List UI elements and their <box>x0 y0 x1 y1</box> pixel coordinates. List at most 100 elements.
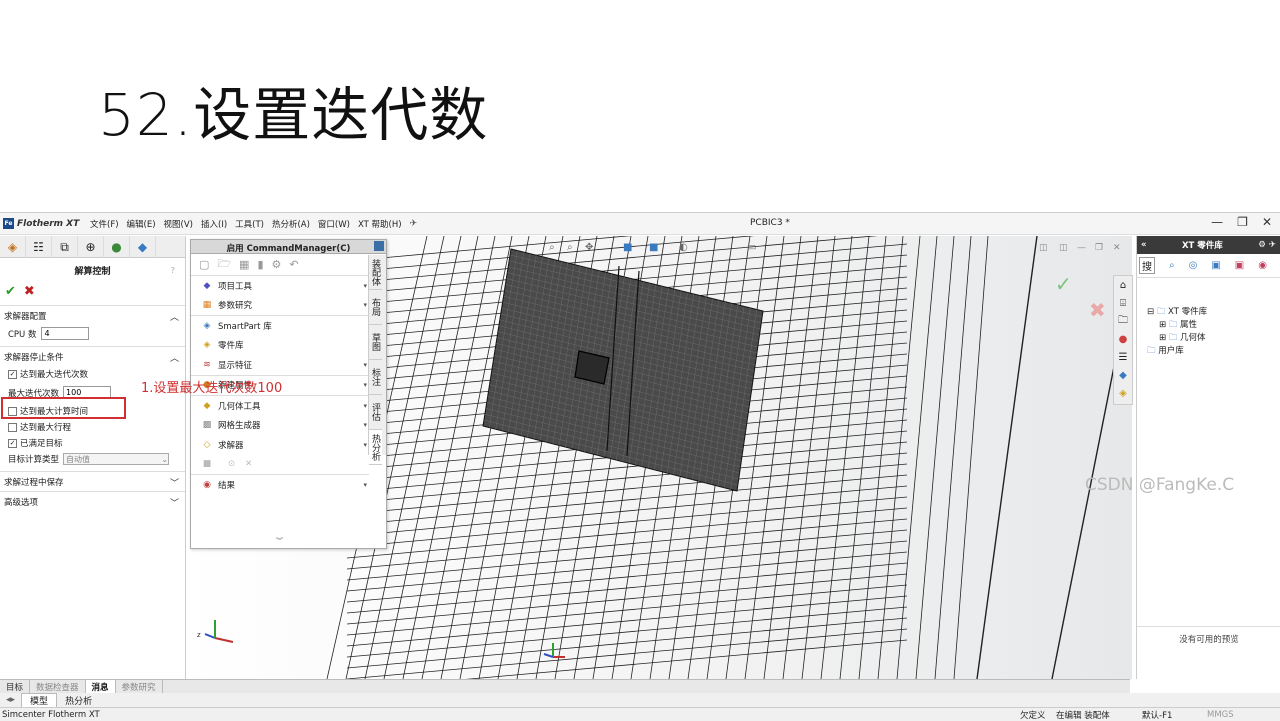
chevron-up-icon[interactable]: ︿ <box>170 351 179 364</box>
tab-sketch[interactable]: 草图 <box>369 325 382 360</box>
folder-icon[interactable]: 🗀 <box>1114 312 1132 330</box>
command-vertical-tabs: 装配体 布局 草图 标注 评估 热分析 <box>368 255 386 465</box>
camera-icon[interactable]: ▣ <box>1211 260 1220 271</box>
save-during-section: 求解过程中保存 ﹀ <box>0 471 185 491</box>
restore-icon[interactable]: ❐ <box>1237 215 1248 229</box>
cmd-display-features[interactable]: ≋ 显示特征 ▾ <box>191 355 369 375</box>
goal-met-row[interactable]: ✓ 已满足目标 <box>0 435 185 451</box>
advanced-header[interactable]: 高级选项 ﹀ <box>0 492 185 511</box>
svg-text:z: z <box>197 631 201 639</box>
cpu-count-input[interactable] <box>41 327 90 340</box>
options-gear-icon[interactable]: ⚙ <box>272 258 282 271</box>
max-travel-checkbox[interactable] <box>8 422 17 432</box>
solver-config-header[interactable]: 求解器配置 ︿ <box>0 306 185 325</box>
search-tab-icon[interactable]: 搜 <box>1139 257 1155 274</box>
search-icon[interactable]: ⌕ <box>1169 260 1175 271</box>
menu-insert[interactable]: 插入(I) <box>197 218 231 230</box>
tab-parametric[interactable]: 参数研究 <box>116 680 163 693</box>
tab-assembly[interactable]: 装配体 <box>369 255 382 290</box>
display-manager-icon[interactable]: ● <box>104 236 130 258</box>
parts-icon[interactable]: ⌹ <box>1114 294 1132 312</box>
nav-arrows-icon[interactable]: ◂▸ <box>0 695 21 705</box>
tab-markup[interactable]: 标注 <box>369 360 382 395</box>
minimize-icon[interactable]: — <box>1211 215 1223 229</box>
tree-item-attributes[interactable]: ⊞ 🗀 属性 <box>1147 319 1280 332</box>
svg-text:❐: ❐ <box>1095 243 1103 253</box>
menu-tools[interactable]: 工具(T) <box>231 218 268 230</box>
tree-item-user-library[interactable]: 🗀 用户库 <box>1147 345 1280 358</box>
import-icon[interactable]: ▣ <box>1235 260 1244 271</box>
tab-thermal-analysis[interactable]: 热分析 <box>57 694 100 707</box>
menu-edit[interactable]: 编辑(E) <box>123 218 160 230</box>
solve-run-icon[interactable]: ■ <box>201 459 213 469</box>
cmd-smartpart[interactable]: ◈ SmartPart 库 <box>191 316 369 336</box>
menu-help[interactable]: XT 帮助(H) <box>354 218 406 230</box>
flotherm-tree-icon[interactable]: ◆ <box>130 236 156 258</box>
confirm-check-icon[interactable]: ✓ <box>1055 272 1072 296</box>
open-icon[interactable]: 🗁 <box>217 255 231 274</box>
cmd-project-tools[interactable]: ◆ 项目工具 ▾ <box>191 276 369 296</box>
pin-panel-icon[interactable] <box>374 241 384 251</box>
cancel-icon[interactable]: ✖ <box>24 284 35 299</box>
menu-view[interactable]: 视图(V) <box>160 218 197 230</box>
new-icon[interactable]: ▢ <box>199 258 209 271</box>
cmd-mesh-generator[interactable]: ▩ 网格生成器 ▾ <box>191 416 369 436</box>
command-toolbar: ▢ 🗁 ▦ ▮ ⚙ ↶ <box>191 254 369 276</box>
home-icon[interactable]: ⌂ <box>1114 276 1132 294</box>
menu-thermal[interactable]: 热分析(A) <box>268 218 314 230</box>
appearance-icon[interactable]: ◉ <box>1258 260 1267 271</box>
list-icon[interactable]: ☰ <box>1114 348 1132 366</box>
tree-root[interactable]: ⊟ 🗀 XT 零件库 <box>1147 306 1280 319</box>
chevron-down-icon[interactable]: ﹀ <box>170 496 179 509</box>
collapse-icon[interactable]: « <box>1141 240 1147 250</box>
tab-messages[interactable]: 消息 <box>85 680 116 693</box>
tab-goals[interactable]: 目标 <box>0 680 31 693</box>
status-units-system[interactable]: 默认-F1 <box>1142 709 1172 721</box>
xt-library-icon[interactable]: ◈ <box>1114 384 1132 402</box>
solve-stop-icon[interactable]: ✕ <box>245 459 252 469</box>
tab-evaluate[interactable]: 评估 <box>369 395 382 430</box>
dimxpert-icon[interactable]: ⊕ <box>78 236 104 258</box>
max-iter-checkbox[interactable]: ✓ <box>8 369 17 379</box>
config-manager-icon[interactable]: ⧉ <box>52 236 78 258</box>
chevron-down-icon[interactable]: ﹀ <box>170 476 179 489</box>
output-tabs: 目标 数据检查器 消息 参数研究 <box>0 679 1130 693</box>
cmd-geometry-tools[interactable]: ◆ 几何体工具 ▾ <box>191 396 369 416</box>
menu-file[interactable]: 文件(F) <box>86 218 123 230</box>
tab-model[interactable]: 模型 <box>21 692 58 708</box>
pin-icon[interactable]: ✈ <box>410 219 418 229</box>
tab-layout[interactable]: 布局 <box>369 290 382 325</box>
feature-tree-icon[interactable]: ◈ <box>0 236 26 258</box>
menu-window[interactable]: 窗口(W) <box>314 218 354 230</box>
stop-criteria-header[interactable]: 求解器停止条件 ︿ <box>0 347 185 366</box>
property-manager-icon[interactable]: ☷ <box>26 236 52 258</box>
chevron-up-icon[interactable]: ︿ <box>170 310 179 323</box>
appearance-icon[interactable]: ● <box>1114 330 1132 348</box>
max-travel-row[interactable]: 达到最大行程 <box>0 419 185 435</box>
undo-icon[interactable]: ↶ <box>289 258 298 271</box>
library-icon[interactable]: ◆ <box>1114 366 1132 384</box>
tab-data-checker[interactable]: 数据检查器 <box>30 680 86 693</box>
gear-icon[interactable]: ⚙ ✈ <box>1258 240 1276 250</box>
solve-reset-icon[interactable]: ⊙ <box>228 459 235 469</box>
cmd-results[interactable]: ◉ 结果 ▾ <box>191 475 369 495</box>
expand-more-icon[interactable]: ︾ <box>276 536 283 546</box>
print-icon[interactable]: ▮ <box>257 258 263 271</box>
cancel-x-icon[interactable]: ✖ <box>1089 298 1106 322</box>
ok-icon[interactable]: ✔ <box>5 284 16 299</box>
sync-icon[interactable]: ◎ <box>1189 260 1198 271</box>
svg-text:◫: ◫ <box>1059 243 1068 253</box>
cmd-part-library[interactable]: ◈ 零件库 <box>191 336 369 356</box>
status-units[interactable]: MMGS <box>1207 710 1234 720</box>
save-icon[interactable]: ▦ <box>239 258 249 271</box>
cmd-solver[interactable]: ◇ 求解器 ▾ <box>191 435 369 455</box>
cmd-parametric[interactable]: ▦ 参数研究 ▾ <box>191 296 369 316</box>
goal-type-select[interactable]: 自动值 ⌄ <box>63 453 170 465</box>
tab-thermal[interactable]: 热分析 <box>369 430 382 465</box>
help-icon[interactable]: ? <box>171 266 175 275</box>
close-icon[interactable]: ✕ <box>1262 215 1272 229</box>
save-during-header[interactable]: 求解过程中保存 ﹀ <box>0 472 185 491</box>
tree-item-geometry[interactable]: ⊞ 🗀 几何体 <box>1147 332 1280 345</box>
goal-met-checkbox[interactable]: ✓ <box>8 438 17 448</box>
part-library-icon: ◈ <box>203 340 211 351</box>
